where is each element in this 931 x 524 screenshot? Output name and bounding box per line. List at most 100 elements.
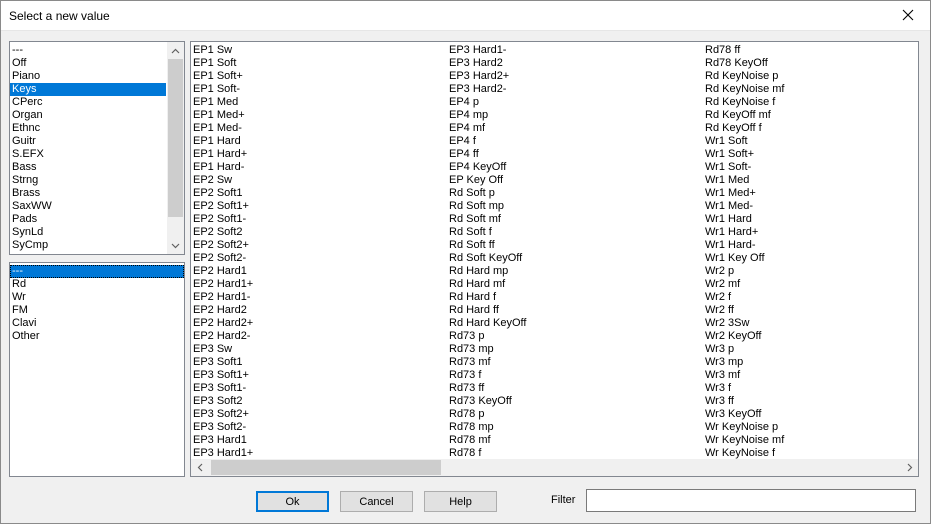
value-item[interactable]: Rd Hard mf bbox=[449, 278, 526, 291]
value-item[interactable]: Rd Soft p bbox=[449, 187, 526, 200]
value-item[interactable]: EP3 Soft1+ bbox=[193, 369, 253, 382]
value-item[interactable]: Rd Hard mp bbox=[449, 265, 526, 278]
value-item[interactable]: Rd73 p bbox=[449, 330, 526, 343]
value-item[interactable]: Wr2 ff bbox=[705, 304, 784, 317]
value-item[interactable]: EP3 Soft2 bbox=[193, 395, 253, 408]
value-item[interactable]: Wr1 Hard bbox=[705, 213, 784, 226]
value-item[interactable]: Wr3 KeyOff bbox=[705, 408, 784, 421]
value-item[interactable]: Wr1 Key Off bbox=[705, 252, 784, 265]
value-item[interactable]: Rd Hard ff bbox=[449, 304, 526, 317]
list-item[interactable]: Piano bbox=[10, 70, 166, 83]
value-item[interactable]: Rd73 ff bbox=[449, 382, 526, 395]
list-item[interactable]: Rd bbox=[10, 278, 184, 291]
value-item[interactable]: Rd78 p bbox=[449, 408, 526, 421]
value-item[interactable]: Wr2 mf bbox=[705, 278, 784, 291]
value-item[interactable]: Rd78 mf bbox=[449, 434, 526, 447]
category-list[interactable]: --- Off Piano Keys CPerc Organ Ethnc Guitr S.EFX… bbox=[9, 41, 185, 255]
value-item[interactable]: EP2 Soft2+ bbox=[193, 239, 253, 252]
value-item[interactable]: EP4 f bbox=[449, 135, 526, 148]
value-item[interactable]: EP2 Hard1+ bbox=[193, 278, 253, 291]
scroll-left-button[interactable] bbox=[191, 459, 208, 476]
list-item[interactable]: S.EFX bbox=[10, 148, 166, 161]
value-item[interactable]: EP1 Soft- bbox=[193, 83, 253, 96]
value-item[interactable]: Rd Soft mp bbox=[449, 200, 526, 213]
value-item[interactable]: Wr KeyNoise p bbox=[705, 421, 784, 434]
list-item[interactable]: Clavi bbox=[10, 317, 184, 330]
category-scrollbar[interactable] bbox=[167, 42, 184, 254]
value-item[interactable]: Rd73 f bbox=[449, 369, 526, 382]
value-item[interactable]: Rd KeyNoise mf bbox=[705, 83, 784, 96]
value-item[interactable]: Wr2 3Sw bbox=[705, 317, 784, 330]
value-item[interactable]: Rd78 mp bbox=[449, 421, 526, 434]
value-item[interactable]: Wr1 Med bbox=[705, 174, 784, 187]
list-item[interactable]: Strng bbox=[10, 174, 166, 187]
value-item[interactable]: EP2 Hard2 bbox=[193, 304, 253, 317]
scroll-up-button[interactable] bbox=[167, 42, 184, 59]
value-item[interactable]: EP3 Hard2- bbox=[449, 83, 526, 96]
cancel-button[interactable]: Cancel bbox=[340, 491, 413, 512]
value-item[interactable]: Wr1 Hard+ bbox=[705, 226, 784, 239]
value-item[interactable]: Rd Soft ff bbox=[449, 239, 526, 252]
value-item[interactable]: EP3 Hard2 bbox=[449, 57, 526, 70]
value-item[interactable]: EP1 Hard- bbox=[193, 161, 253, 174]
value-item[interactable]: Wr KeyNoise mf bbox=[705, 434, 784, 447]
value-item[interactable]: Rd73 mp bbox=[449, 343, 526, 356]
value-item[interactable]: Wr2 f bbox=[705, 291, 784, 304]
value-item[interactable]: Wr3 p bbox=[705, 343, 784, 356]
value-item[interactable]: EP2 Soft1+ bbox=[193, 200, 253, 213]
value-item[interactable]: EP2 Hard2- bbox=[193, 330, 253, 343]
list-item[interactable]: Off bbox=[10, 57, 166, 70]
list-item[interactable]: Other bbox=[10, 330, 184, 343]
value-item[interactable]: Wr1 Soft+ bbox=[705, 148, 784, 161]
value-item[interactable]: EP1 Sw bbox=[193, 44, 253, 57]
close-button[interactable] bbox=[885, 0, 931, 30]
value-item[interactable]: EP1 Hard+ bbox=[193, 148, 253, 161]
value-scroll-thumb[interactable] bbox=[211, 460, 441, 475]
value-item[interactable]: EP3 Hard2+ bbox=[449, 70, 526, 83]
list-item[interactable]: FM bbox=[10, 304, 184, 317]
value-item[interactable]: EP3 Hard1- bbox=[449, 44, 526, 57]
value-item[interactable]: EP2 Soft1 bbox=[193, 187, 253, 200]
value-item[interactable]: EP1 Med bbox=[193, 96, 253, 109]
value-item[interactable]: EP4 mp bbox=[449, 109, 526, 122]
value-item[interactable]: EP2 Hard1 bbox=[193, 265, 253, 278]
value-item[interactable]: EP4 mf bbox=[449, 122, 526, 135]
category-scroll-thumb[interactable] bbox=[168, 59, 183, 217]
value-item[interactable]: EP1 Med- bbox=[193, 122, 253, 135]
value-item[interactable]: Wr3 ff bbox=[705, 395, 784, 408]
ok-button[interactable]: Ok bbox=[256, 491, 329, 512]
value-item[interactable]: EP1 Med+ bbox=[193, 109, 253, 122]
value-item[interactable]: Wr1 Soft- bbox=[705, 161, 784, 174]
value-item[interactable]: Wr1 Hard- bbox=[705, 239, 784, 252]
list-item[interactable]: SyCmp bbox=[10, 239, 166, 252]
value-item[interactable]: EP1 Soft bbox=[193, 57, 253, 70]
value-item[interactable]: Wr3 mf bbox=[705, 369, 784, 382]
list-item[interactable]: Pads bbox=[10, 213, 166, 226]
list-item[interactable]: Organ bbox=[10, 109, 166, 122]
value-item[interactable]: EP2 Soft2- bbox=[193, 252, 253, 265]
value-item[interactable]: EP3 Sw bbox=[193, 343, 253, 356]
list-item[interactable]: Keys bbox=[10, 83, 166, 96]
value-list[interactable]: EP1 Sw EP1 Soft EP1 Soft+ EP1 Soft- EP1 Med E… bbox=[190, 41, 919, 477]
list-item[interactable]: Ethnc bbox=[10, 122, 166, 135]
value-item[interactable]: Rd Hard KeyOff bbox=[449, 317, 526, 330]
value-item[interactable]: Rd KeyOff mf bbox=[705, 109, 784, 122]
value-item[interactable]: EP2 Hard2+ bbox=[193, 317, 253, 330]
value-item[interactable]: Rd Soft f bbox=[449, 226, 526, 239]
value-item[interactable]: Rd Soft mf bbox=[449, 213, 526, 226]
list-item[interactable]: --- bbox=[10, 44, 166, 57]
scroll-right-button[interactable] bbox=[901, 459, 918, 476]
list-item[interactable]: Bass bbox=[10, 161, 166, 174]
scroll-down-button[interactable] bbox=[167, 237, 184, 254]
value-item[interactable]: EP4 p bbox=[449, 96, 526, 109]
value-item[interactable]: Rd KeyNoise f bbox=[705, 96, 784, 109]
subcategory-list[interactable]: --- Rd Wr FM Clavi Other bbox=[9, 262, 185, 477]
value-item[interactable]: EP2 Hard1- bbox=[193, 291, 253, 304]
value-item[interactable]: EP4 ff bbox=[449, 148, 526, 161]
list-item[interactable]: Wr bbox=[10, 291, 184, 304]
value-item[interactable]: Wr1 Soft bbox=[705, 135, 784, 148]
value-item[interactable]: EP2 Soft2 bbox=[193, 226, 253, 239]
list-item[interactable]: --- bbox=[10, 265, 184, 278]
list-item[interactable]: Brass bbox=[10, 187, 166, 200]
list-item[interactable]: SaxWW bbox=[10, 200, 166, 213]
